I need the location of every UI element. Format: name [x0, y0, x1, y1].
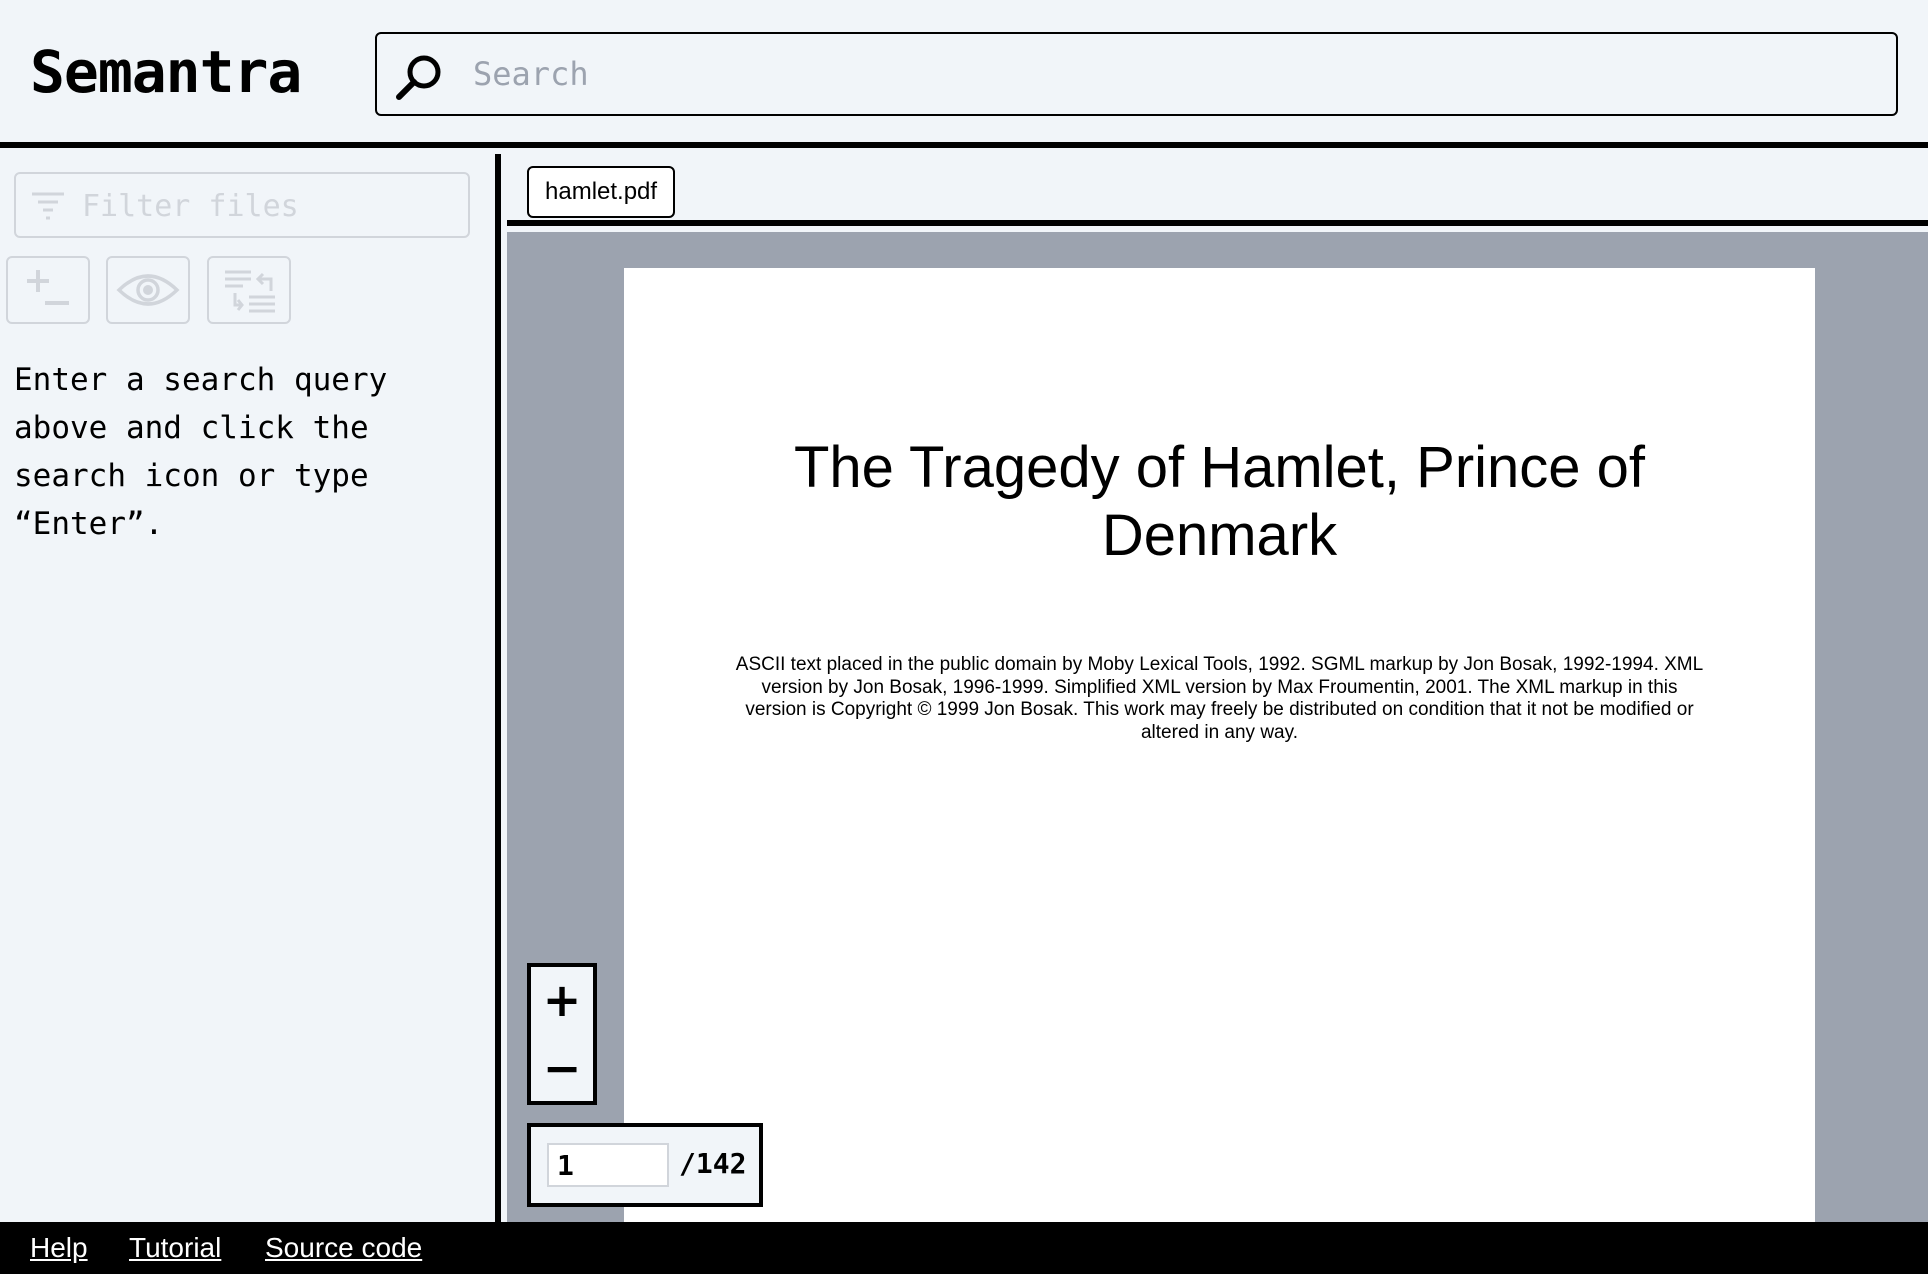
page-number-input[interactable]	[547, 1143, 669, 1187]
reorder-list-icon	[225, 270, 275, 313]
pdf-page: The Tragedy of Hamlet, Prince of Denmark…	[624, 268, 1815, 1222]
document-body-text: ASCII text placed in the public domain b…	[735, 654, 1704, 743]
filter-icon	[32, 192, 64, 220]
document-viewer-panel: hamlet.pdf The Tragedy of Hamlet, Prince…	[507, 154, 1928, 1222]
search-input[interactable]	[473, 44, 1873, 104]
search-hint-text: Enter a search query above and click the…	[14, 362, 388, 542]
filter-files-field[interactable]	[14, 172, 470, 238]
footer: Help Tutorial Source code	[0, 1222, 1928, 1274]
zoom-controls: + −	[527, 963, 597, 1105]
reorder-button[interactable]	[207, 256, 291, 324]
source-code-link[interactable]: Source code	[265, 1232, 422, 1264]
zoom-out-button[interactable]: −	[531, 1035, 593, 1101]
toggle-visibility-button[interactable]	[106, 256, 190, 324]
eye-icon	[116, 274, 180, 306]
page-navigator: /142	[527, 1123, 763, 1207]
file-tab-bar: hamlet.pdf	[507, 154, 1928, 226]
zoom-in-button[interactable]: +	[531, 967, 593, 1033]
sidebar: Enter a search query above and click the…	[0, 154, 501, 1222]
toggle-expand-button[interactable]	[6, 256, 90, 324]
filter-files-input[interactable]	[82, 184, 452, 228]
total-pages-label: /142	[679, 1147, 747, 1180]
document-title: The Tragedy of Hamlet, Prince of Denmark	[793, 435, 1646, 568]
tab-hamlet-pdf[interactable]: hamlet.pdf	[527, 166, 676, 218]
help-link[interactable]: Help	[30, 1232, 88, 1264]
search-icon[interactable]	[393, 50, 447, 104]
pdf-viewer[interactable]: The Tragedy of Hamlet, Prince of Denmark…	[507, 232, 1928, 1222]
app-header: Semantra	[0, 0, 1928, 148]
tutorial-link[interactable]: Tutorial	[129, 1232, 221, 1264]
app-logo: Semantra	[30, 38, 302, 106]
search-bar[interactable]	[375, 32, 1898, 116]
plus-minus-icon	[27, 270, 69, 305]
